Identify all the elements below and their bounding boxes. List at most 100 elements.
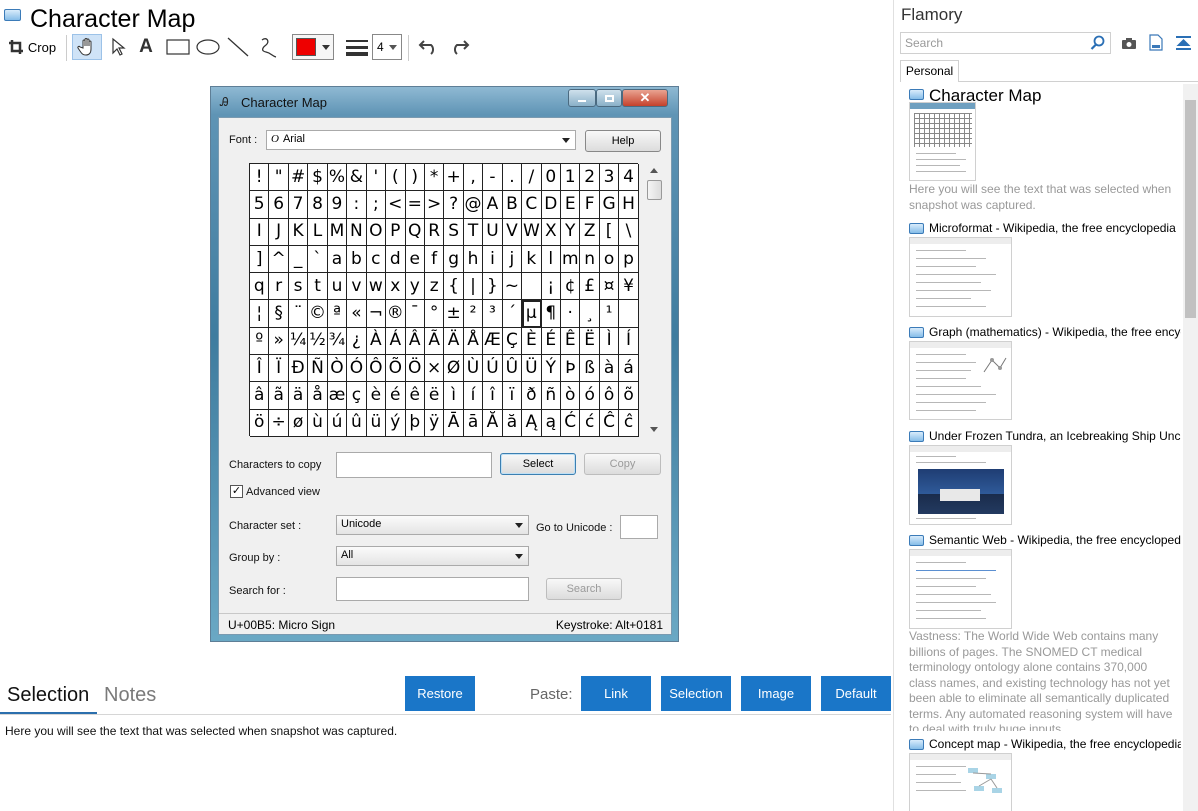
char-cell: y [405, 273, 425, 301]
paste-image-button[interactable]: Image [741, 676, 811, 711]
page-title: Character Map [30, 5, 196, 33]
line-width-select[interactable]: 4 [372, 34, 402, 60]
line-width-icon [346, 40, 368, 56]
scrollbar-thumb[interactable] [1185, 100, 1196, 318]
search-input[interactable]: Search [900, 32, 1111, 54]
char-cell: { [444, 273, 464, 301]
snapshot-thumbnail[interactable] [909, 341, 1012, 420]
ellipse-tool-button[interactable] [194, 34, 222, 60]
char-cell: b [347, 245, 367, 274]
char-cell: Á [386, 327, 406, 356]
groupby-label: Group by : [229, 552, 281, 564]
char-cell: ù [308, 409, 328, 437]
char-cell: î [483, 382, 503, 410]
line-tool-button[interactable] [226, 34, 250, 60]
char-cell: ü [366, 409, 387, 437]
color-picker[interactable] [292, 34, 334, 60]
char-cell: ä [288, 382, 309, 410]
char-cell: + [444, 164, 464, 192]
char-cell: ø [288, 409, 309, 437]
char-cell: G [599, 191, 620, 219]
char-cell: k [522, 245, 542, 274]
char-cell: ¬ [366, 300, 387, 328]
close-button: ✕ [622, 89, 668, 107]
crop-label: Crop [27, 39, 57, 55]
tab-personal[interactable]: Personal [900, 60, 959, 82]
freehand-tool-button[interactable] [256, 34, 280, 60]
char-cell: Þ [561, 355, 581, 383]
paste-link-button[interactable]: Link [581, 676, 651, 711]
snapshot-thumbnail[interactable] [909, 753, 1012, 811]
paste-selection-button[interactable]: Selection [661, 676, 731, 711]
char-cell: ' [366, 164, 387, 192]
char-cell: 4 [619, 164, 639, 192]
char-cell: ï [502, 382, 523, 410]
snapshot-icon [909, 431, 924, 442]
snapshot-thumbnail[interactable] [909, 102, 976, 181]
advanced-view-checkbox: ✓ [230, 485, 243, 498]
search-for-field [336, 577, 529, 601]
list-item-title[interactable]: Microformat - Wikipedia, the free encycl… [929, 221, 1181, 235]
chevron-down-icon [562, 138, 570, 143]
copy-button: Copy [584, 453, 661, 475]
char-cell: q [250, 273, 270, 301]
line-width-button[interactable] [344, 34, 370, 60]
tab-notes[interactable]: Notes [104, 684, 156, 707]
snapshot-icon [909, 535, 924, 546]
snapshot-thumbnail[interactable] [909, 549, 1012, 629]
text-tool-button[interactable]: A [134, 34, 158, 60]
char-cell: ô [599, 382, 620, 410]
char-cell: c [366, 245, 387, 274]
document-icon[interactable] [1149, 34, 1163, 56]
char-cell: ¼ [288, 327, 309, 356]
search-for-label: Search for : [229, 585, 286, 597]
char-cell: w [366, 273, 387, 301]
char-cell: Í [619, 327, 639, 356]
freehand-icon [261, 38, 277, 58]
char-cell: g [444, 245, 464, 274]
snapshot-icon [909, 89, 924, 100]
crop-button[interactable]: Crop [6, 34, 58, 60]
char-cell: J [269, 218, 289, 246]
list-item-title[interactable]: Under Frozen Tundra, an Icebreaking Ship… [929, 429, 1181, 443]
char-cell: h [463, 245, 484, 274]
char-cell: ĉ [619, 409, 639, 437]
rectangle-tool-button[interactable] [164, 34, 192, 60]
pointer-tool-button[interactable] [106, 34, 130, 60]
char-cell: A [483, 191, 503, 219]
paste-default-button[interactable]: Default [821, 676, 891, 711]
redo-button[interactable] [446, 34, 472, 60]
goto-unicode-field [620, 515, 658, 539]
crop-icon [8, 40, 23, 54]
list-item-title[interactable]: Graph (mathematics) - Wikipedia, the fre… [929, 325, 1181, 339]
restore-button[interactable]: Restore [405, 676, 475, 711]
toolbar-divider [66, 35, 67, 61]
char-cell: B [502, 191, 523, 219]
ellipse-icon [196, 39, 220, 55]
hand-tool-button[interactable] [72, 34, 102, 60]
status-char-name: U+00B5: Micro Sign [228, 618, 336, 632]
snapshot-thumbnail[interactable] [909, 237, 1012, 317]
char-cell: ; [366, 191, 387, 219]
chevron-down-icon [515, 523, 523, 528]
char-cell: ^ [269, 245, 289, 274]
list-item-title[interactable]: Semantic Web - Wikipedia, the free encyc… [929, 533, 1181, 547]
char-cell: > [424, 191, 445, 219]
char-cell: ë [424, 382, 445, 410]
snapshot-thumbnail[interactable] [909, 445, 1012, 525]
chars-to-copy-field [336, 452, 492, 478]
charmap-scrollbar [646, 164, 663, 436]
list-item-title[interactable]: Concept map - Wikipedia, the free encycl… [929, 737, 1181, 751]
tab-selection[interactable]: Selection [7, 684, 89, 707]
font-type-icon: O [271, 133, 279, 145]
char-cell: F [580, 191, 600, 219]
select-button: Select [500, 453, 576, 475]
undo-button[interactable] [416, 34, 442, 60]
collapse-icon[interactable] [1175, 35, 1192, 56]
minimize-icon [578, 100, 586, 102]
char-cell: ÿ [424, 409, 445, 437]
char-cell: à [599, 355, 620, 383]
char-cell: i [483, 245, 503, 274]
search-icon[interactable] [1090, 35, 1106, 56]
camera-icon[interactable] [1121, 36, 1137, 55]
